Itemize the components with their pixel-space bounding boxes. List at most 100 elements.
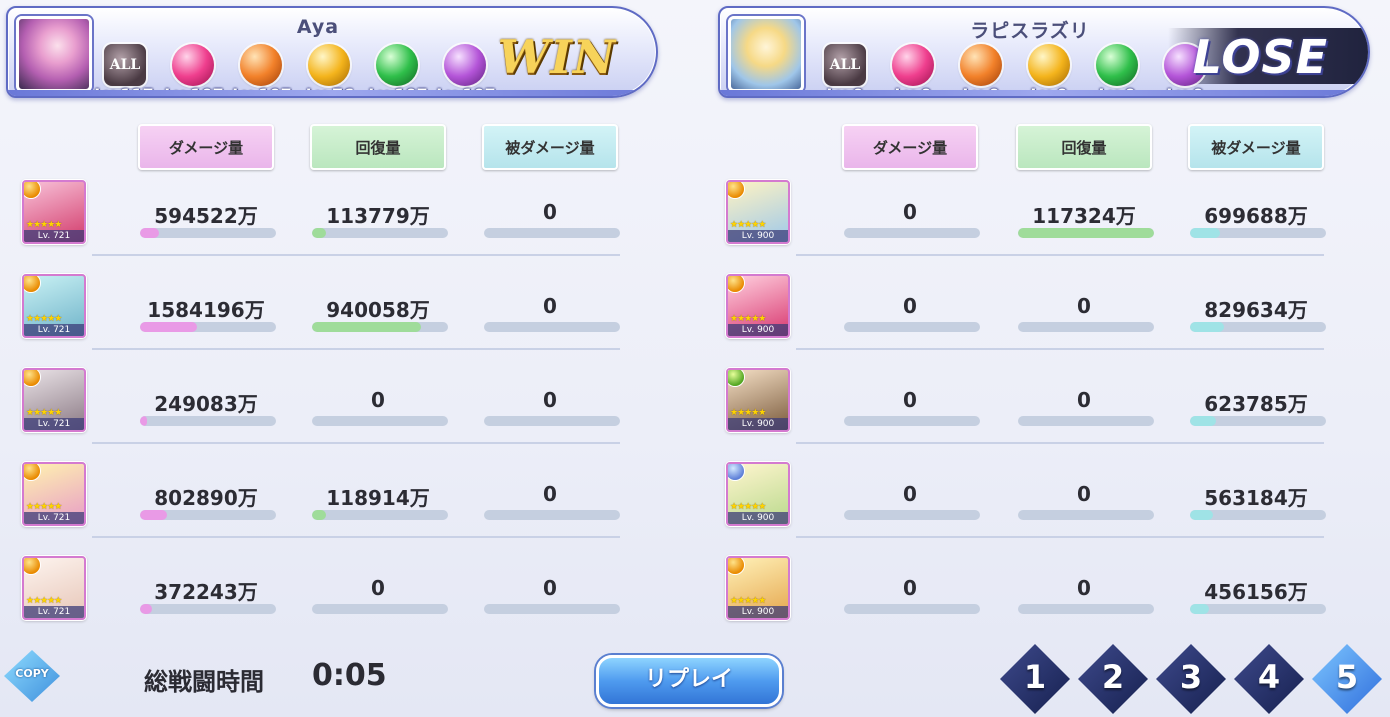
page-number: 2 <box>1101 658 1125 696</box>
damage-value: 1584196万 <box>147 298 265 322</box>
heal-bar <box>1018 416 1154 426</box>
page-button-3[interactable]: 3 <box>1156 644 1226 714</box>
unit-row: ★★★★★ Lv. 900 0 117324万 699688万 <box>712 180 1372 274</box>
header-heal: 回復量 <box>1016 124 1152 170</box>
page-button-5[interactable]: 5 <box>1312 644 1382 714</box>
heal-bar <box>312 228 448 238</box>
heal-value: 0 <box>371 576 385 600</box>
element-level: Lv 117 <box>94 85 154 98</box>
unit-portrait[interactable]: ★★★★★ Lv. 900 <box>726 274 790 338</box>
unit-portrait[interactable]: ★★★★★ Lv. 721 <box>22 556 86 620</box>
element-badge-icon <box>728 370 744 386</box>
unit-portrait[interactable]: ★★★★★ Lv. 721 <box>22 180 86 244</box>
damage-value: 0 <box>903 294 917 318</box>
player-panel-left: Aya ALL Lv 117 Lv 107 Lv 107 Lv 76 Lv 10… <box>0 0 660 717</box>
player-panel-right: ラピスラズリ ALL Lv 0 Lv 0 Lv 0 Lv 0 Lv 0 Lv 0… <box>712 0 1372 717</box>
all-element-icon: ALL <box>824 44 866 86</box>
rarity-stars-icon: ★★★★★ <box>730 596 766 606</box>
unit-level: Lv. 900 <box>728 418 788 430</box>
unit-portrait[interactable]: ★★★★★ Lv. 900 <box>726 368 790 432</box>
element-level: Lv 0 <box>826 85 864 98</box>
row-divider <box>92 536 620 538</box>
damage-taken-bar-fill <box>1190 416 1216 426</box>
damage-taken-bar-fill <box>1190 510 1214 520</box>
element-badge-icon <box>728 558 744 574</box>
damage-taken-value: 0 <box>543 482 557 506</box>
battle-result: WIN <box>497 30 616 84</box>
unit-portrait[interactable]: ★★★★★ Lv. 900 <box>726 556 790 620</box>
unit-portrait[interactable]: ★★★★★ Lv. 721 <box>22 274 86 338</box>
heal-value: 0 <box>1077 482 1091 506</box>
gold-element-icon <box>1028 44 1070 86</box>
unit-row: ★★★★★ Lv. 900 0 0 829634万 <box>712 274 1372 368</box>
unit-level: Lv. 721 <box>24 418 84 430</box>
damage-taken-value: 0 <box>543 294 557 318</box>
damage-taken-value: 0 <box>543 388 557 412</box>
battle-result: LOSE <box>1192 30 1328 84</box>
book-element-icon <box>444 44 486 86</box>
damage-bar-fill <box>140 228 160 238</box>
damage-bar <box>844 416 980 426</box>
heal-value: 117324万 <box>1032 204 1136 228</box>
damage-taken-bar <box>484 322 620 332</box>
player-avatar[interactable] <box>728 16 804 92</box>
unit-portrait[interactable]: ★★★★★ Lv. 721 <box>22 368 86 432</box>
header-damage: ダメージ量 <box>138 124 274 170</box>
replay-button[interactable]: リプレイ <box>596 655 782 707</box>
unit-level: Lv. 900 <box>728 230 788 242</box>
damage-bar <box>140 510 276 520</box>
damage-value: 594522万 <box>154 204 258 228</box>
copy-button[interactable]: COPY <box>4 650 60 702</box>
unit-portrait[interactable]: ★★★★★ Lv. 900 <box>726 462 790 526</box>
wind-element-icon <box>1096 44 1138 86</box>
unit-level: Lv. 721 <box>24 324 84 336</box>
page-button-2[interactable]: 2 <box>1078 644 1148 714</box>
element-badge-icon <box>24 182 40 198</box>
damage-taken-bar <box>1190 322 1326 332</box>
damage-bar <box>140 322 276 332</box>
unit-portrait[interactable]: ★★★★★ Lv. 900 <box>726 180 790 244</box>
wind-element-icon <box>376 44 418 86</box>
page-button-4[interactable]: 4 <box>1234 644 1304 714</box>
shield-element-icon <box>240 44 282 86</box>
damage-bar-fill <box>140 416 147 426</box>
damage-taken-value: 829634万 <box>1204 298 1308 322</box>
rarity-stars-icon: ★★★★★ <box>730 314 766 324</box>
damage-taken-bar <box>484 510 620 520</box>
rarity-stars-icon: ★★★★★ <box>26 596 62 606</box>
page-number: 4 <box>1257 658 1281 696</box>
unit-row: ★★★★★ Lv. 721 249083万 0 0 <box>0 368 660 462</box>
row-divider <box>92 348 620 350</box>
player-header: Aya ALL Lv 117 Lv 107 Lv 107 Lv 76 Lv 10… <box>6 6 658 98</box>
element-badge-icon <box>24 276 40 292</box>
heal-bar <box>1018 604 1154 614</box>
page-number: 1 <box>1023 658 1047 696</box>
damage-bar-fill <box>140 604 153 614</box>
header-damage-taken: 被ダメージ量 <box>1188 124 1324 170</box>
page-button-1[interactable]: 1 <box>1000 644 1070 714</box>
unit-portrait[interactable]: ★★★★★ Lv. 721 <box>22 462 86 526</box>
heal-bar <box>312 604 448 614</box>
element-level: Lv 0 <box>962 85 1000 98</box>
damage-value: 372243万 <box>154 580 258 604</box>
row-divider <box>92 442 620 444</box>
damage-bar <box>844 510 980 520</box>
rarity-stars-icon: ★★★★★ <box>26 220 62 230</box>
heal-bar-fill <box>312 510 326 520</box>
heal-value: 0 <box>371 388 385 412</box>
page-number: 3 <box>1179 658 1203 696</box>
row-divider <box>796 442 1324 444</box>
header-heal: 回復量 <box>310 124 446 170</box>
header-damage-taken: 被ダメージ量 <box>482 124 618 170</box>
heal-value: 0 <box>1077 294 1091 318</box>
row-divider <box>92 254 620 256</box>
row-divider <box>796 536 1324 538</box>
player-avatar[interactable] <box>16 16 92 92</box>
total-battle-time-value: 0:05 <box>312 658 387 693</box>
heal-bar <box>1018 228 1154 238</box>
element-level: Lv 0 <box>894 85 932 98</box>
heal-value: 0 <box>1077 576 1091 600</box>
damage-taken-value: 623785万 <box>1204 392 1308 416</box>
damage-taken-value: 456156万 <box>1204 580 1308 604</box>
element-badge-icon <box>728 276 744 292</box>
